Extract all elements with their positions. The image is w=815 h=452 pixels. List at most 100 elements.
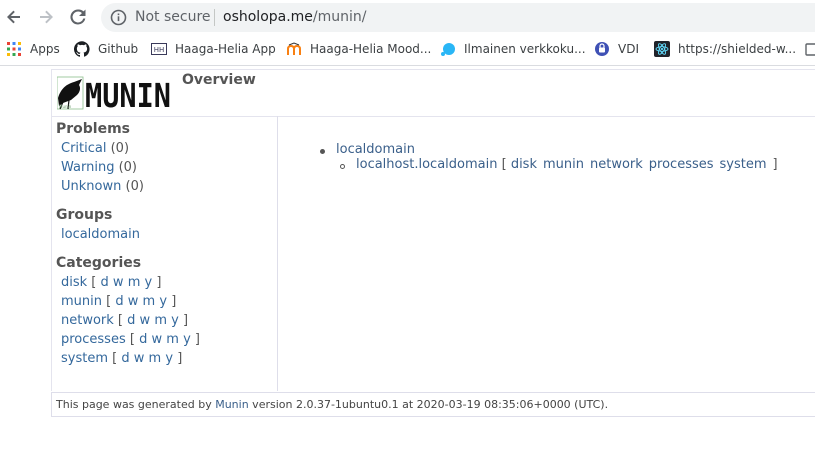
period-link[interactable]: y: [159, 294, 167, 309]
url-host: osholopa.me: [223, 9, 313, 25]
github-icon: [74, 41, 90, 57]
host-category-link[interactable]: network: [590, 157, 643, 172]
period-link[interactable]: m: [128, 275, 141, 290]
period-link[interactable]: m: [149, 351, 162, 366]
bookmark-apps[interactable]: Apps: [6, 39, 60, 59]
vdi-icon: [595, 42, 609, 56]
moodle-icon: [287, 42, 301, 55]
svg-text:HH: HH: [154, 46, 165, 54]
period-link[interactable]: d: [115, 294, 123, 309]
list-bullet-hollow: [340, 164, 345, 169]
period-link[interactable]: m: [154, 313, 167, 328]
browser-toolbar: Not secure osholopa.me/munin/: [0, 0, 815, 34]
host-category-link[interactable]: system: [720, 157, 767, 172]
bookmark-moodle[interactable]: Haaga-Helia Mood...: [286, 39, 431, 59]
period-link[interactable]: m: [166, 332, 179, 347]
bookmark-github[interactable]: Github: [74, 39, 138, 59]
haaga-helia-icon: HH: [151, 43, 167, 55]
bookmarks-bar: Apps Github HH Haaga-Helia App Haaga-Hel…: [0, 34, 815, 66]
categories-heading: Categories: [56, 255, 142, 271]
category-link[interactable]: network: [61, 313, 114, 328]
problem-count: (0): [118, 160, 138, 175]
bookmark-haaga-helia-app[interactable]: HH Haaga-Helia App: [151, 39, 276, 59]
url-path: /munin/: [312, 9, 367, 25]
problem-count: (0): [125, 179, 144, 194]
host-category-link[interactable]: processes: [649, 157, 714, 172]
groups-heading: Groups: [56, 207, 113, 223]
period-link[interactable]: d: [121, 351, 129, 366]
group-item: localdomain: [61, 227, 140, 242]
footer-prefix: This page was generated by: [56, 398, 216, 411]
category-link[interactable]: disk: [61, 275, 87, 290]
bookmark-label: https://shielded-w...: [678, 42, 797, 56]
bookmark-ilmainen[interactable]: Ilmainen verkkoku...: [440, 39, 586, 59]
period-link[interactable]: w: [140, 313, 151, 328]
reload-button[interactable]: [67, 6, 89, 28]
bookmark-label: VDI: [618, 42, 639, 56]
host-category-link[interactable]: munin: [543, 157, 584, 172]
problem-unknown-link[interactable]: Unknown: [61, 179, 121, 194]
problem-unknown: Unknown (0): [61, 179, 144, 194]
host-link[interactable]: localhost.localdomain: [356, 157, 497, 172]
host-category-links: disk munin network processes system: [511, 157, 773, 172]
svg-text:Munin: Munin: [59, 104, 72, 109]
category-row: munin [ d w m y ]: [61, 294, 177, 309]
forward-button[interactable]: [35, 6, 57, 28]
period-link[interactable]: d: [101, 275, 109, 290]
category-link[interactable]: processes: [61, 332, 126, 347]
back-arrow-icon: [7, 10, 20, 24]
period-link[interactable]: y: [145, 275, 153, 290]
munin-logo[interactable]: Munin MUNIN: [57, 76, 173, 110]
group-link-localdomain[interactable]: localdomain: [61, 227, 140, 242]
host-row: localhost.localdomain [ disk munin network…: [356, 157, 778, 172]
apps-grid-icon: [7, 42, 21, 56]
bookmark-label: Ilmainen verkkoku...: [464, 42, 586, 56]
period-link[interactable]: y: [183, 332, 191, 347]
period-link[interactable]: w: [134, 351, 145, 366]
security-label: Not secure: [135, 9, 211, 25]
page-title: Overview: [182, 72, 256, 88]
category-link[interactable]: munin: [61, 294, 102, 309]
bookmark-shielded[interactable]: https://shielded-w...: [654, 39, 796, 59]
info-icon[interactable]: [110, 9, 127, 26]
react-icon: [654, 41, 670, 57]
period-link[interactable]: y: [171, 313, 179, 328]
page-header: Munin MUNIN Overview: [51, 69, 815, 117]
period-link[interactable]: w: [128, 294, 139, 309]
host-category-link[interactable]: disk: [511, 157, 537, 172]
footer-suffix: version 2.0.37-1ubuntu0.1 at 2020-03-19 …: [248, 398, 609, 411]
bookmark-vdi[interactable]: VDI: [594, 39, 639, 59]
problem-count: (0): [110, 141, 130, 156]
url-text[interactable]: osholopa.me/munin/: [223, 9, 367, 26]
group-tree-link[interactable]: localdomain: [336, 142, 415, 157]
problem-critical-link[interactable]: Critical: [61, 141, 106, 156]
munin-link[interactable]: Munin: [215, 398, 248, 411]
footer: This page was generated by Munin version…: [51, 392, 815, 417]
period-link[interactable]: w: [151, 332, 162, 347]
list-bullet: [320, 149, 325, 154]
problem-critical: Critical (0): [61, 141, 129, 156]
footer-text: This page was generated by Munin version…: [56, 398, 608, 411]
category-row: disk [ d w m y ]: [61, 275, 162, 290]
bookmark-label: Haaga-Helia Mood...: [310, 42, 432, 56]
category-row: network [ d w m y ]: [61, 313, 189, 328]
period-link[interactable]: m: [143, 294, 156, 309]
period-link[interactable]: d: [127, 313, 135, 328]
problem-warning-link[interactable]: Warning: [61, 160, 114, 175]
period-link[interactable]: w: [113, 275, 124, 290]
bookmark-label: Github: [98, 42, 139, 56]
back-button[interactable]: [3, 6, 25, 28]
period-link[interactable]: d: [139, 332, 147, 347]
period-link[interactable]: y: [165, 351, 173, 366]
category-link[interactable]: system: [61, 351, 108, 366]
bookmark-folder[interactable]: [805, 39, 815, 59]
problems-heading: Problems: [56, 121, 131, 137]
bookmark-label: Haaga-Helia App: [175, 42, 276, 56]
main-content: localdomain localhost.localdomain [ disk…: [277, 116, 815, 391]
problem-warning: Warning (0): [61, 160, 137, 175]
bubble-icon: [441, 43, 455, 56]
category-row: system [ d w m y ]: [61, 351, 183, 366]
svg-text:MUNIN: MUNIN: [85, 76, 171, 110]
bookmark-label: Apps: [30, 42, 60, 56]
address-bar[interactable]: Not secure osholopa.me/munin/: [101, 3, 815, 32]
